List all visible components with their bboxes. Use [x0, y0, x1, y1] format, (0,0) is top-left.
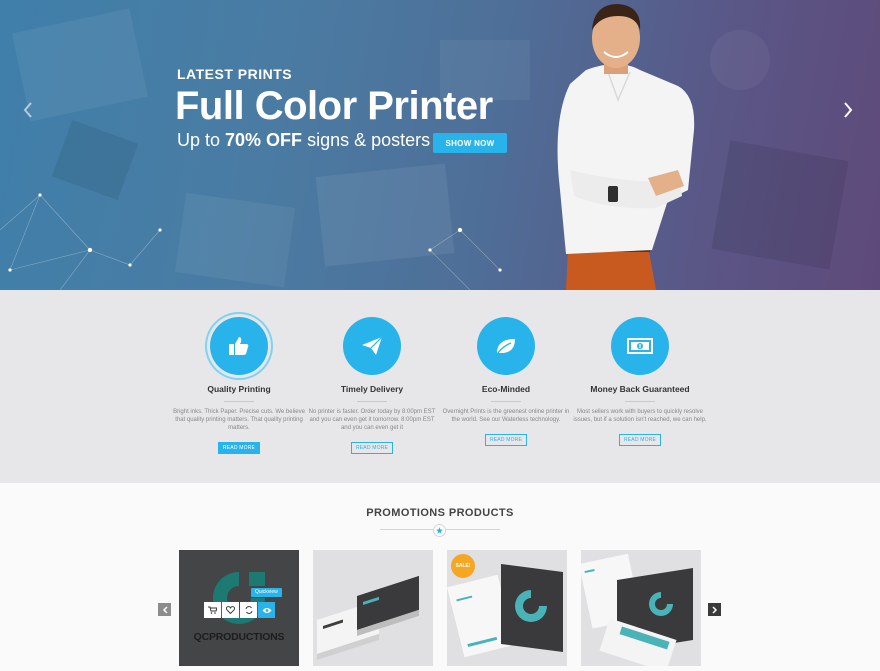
feature-money-back: Money Back Guaranteed Most sellers work … [573, 317, 707, 446]
feature-title: Eco-Minded [481, 384, 531, 394]
add-to-cart-button[interactable] [204, 602, 221, 618]
hero-slider: LATEST PRINTS Full Color Printer Up to 7… [0, 0, 880, 290]
product-card[interactable]: Quickview QCPRODUCTIONS [179, 550, 299, 666]
feature-divider [357, 401, 387, 402]
carousel-next-button[interactable] [708, 603, 721, 616]
feature-icon-circle [477, 317, 535, 375]
hero-subtitle-highlight: 70% OFF [225, 130, 303, 150]
read-more-button[interactable]: READ MORE [618, 434, 662, 446]
product-image [581, 553, 693, 666]
eye-icon [262, 607, 271, 613]
thumbs-up-icon [229, 337, 249, 355]
hero-subtitle-prefix: Up to [177, 130, 226, 150]
product-card[interactable] [581, 550, 701, 666]
wishlist-button[interactable] [222, 602, 239, 618]
hero-next-arrow[interactable] [836, 98, 860, 122]
compare-icon [245, 606, 252, 614]
hero-kicker: LATEST PRINTS [177, 66, 293, 82]
product-card[interactable]: SALE! [447, 550, 567, 666]
sale-badge: SALE! [451, 554, 475, 578]
feature-title: Money Back Guaranteed [590, 384, 690, 394]
read-more-button[interactable]: READ MORE [217, 442, 261, 454]
read-more-button[interactable]: READ MORE [350, 442, 394, 454]
feature-title: Quality Printing [207, 384, 271, 394]
chevron-left-icon [162, 605, 168, 614]
chevron-left-icon [23, 102, 32, 118]
product-card[interactable] [313, 550, 433, 666]
paper-plane-icon [362, 336, 383, 355]
chevron-right-icon [711, 605, 717, 614]
quickview-button[interactable] [258, 602, 275, 618]
star-icon [433, 524, 446, 537]
feature-quality-printing: Quality Printing Bright inks. Thick Pape… [172, 317, 306, 454]
feature-icon-circle [210, 317, 268, 375]
leaf-icon [496, 339, 515, 355]
feature-description: Overnight Prints is the greenest online … [442, 409, 570, 423]
quickview-tooltip: Quickview [251, 588, 282, 597]
feature-divider [625, 401, 655, 402]
features-section: Quality Printing Bright inks. Thick Pape… [0, 290, 880, 483]
product-actions [204, 602, 275, 618]
heart-icon [226, 606, 235, 614]
feature-divider [491, 401, 521, 402]
promotions-section: PROMOTIONS PRODUCTS Quickview QCPRODUCTI… [0, 483, 880, 671]
hero-prev-arrow[interactable] [16, 98, 40, 122]
feature-title: Timely Delivery [340, 384, 404, 394]
promotions-title: PROMOTIONS PRODUCTS [366, 507, 514, 519]
hero-subtitle: Up to 70% OFF signs & posters [177, 130, 430, 151]
feature-eco-minded: Eco-Minded Overnight Prints is the green… [439, 317, 573, 446]
hero-subtitle-suffix: signs & posters [302, 130, 431, 150]
hero-model-image [557, 4, 695, 290]
product-brand-text: QCPRODUCTIONS [193, 631, 285, 643]
feature-description: Bright inks. Thick Paper. Precise cuts. … [173, 409, 305, 431]
read-more-button[interactable]: READ MORE [484, 434, 528, 446]
product-image [317, 575, 419, 661]
feature-description: No printer is faster. Order today by 8:0… [308, 409, 436, 431]
cart-icon [208, 606, 217, 614]
feature-icon-circle [611, 317, 669, 375]
hero-title: Full Color Printer [175, 84, 493, 128]
compare-button[interactable] [240, 602, 257, 618]
chevron-right-icon [844, 102, 853, 118]
feature-icon-circle [343, 317, 401, 375]
money-icon [627, 338, 653, 354]
feature-divider [224, 401, 254, 402]
feature-description: Most sellers work with buyers to quickly… [573, 409, 707, 423]
feature-timely-delivery: Timely Delivery No printer is faster. Or… [305, 317, 439, 454]
carousel-prev-button[interactable] [158, 603, 171, 616]
show-now-button[interactable]: SHOW NOW [433, 133, 507, 153]
